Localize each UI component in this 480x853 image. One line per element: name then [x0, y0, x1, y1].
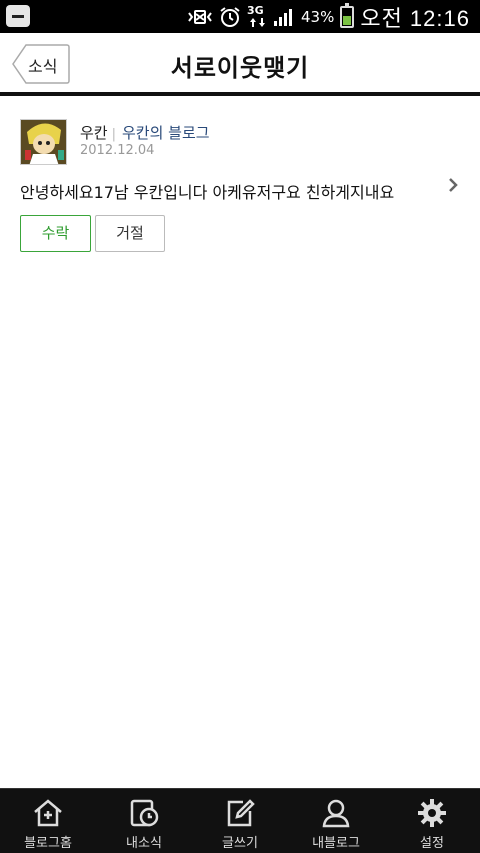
news-clock-icon: [130, 799, 159, 827]
avatar[interactable]: [20, 119, 67, 165]
bottom-nav: 블로그홈 내소식 글쓰기 내블로그 설정: [0, 788, 480, 853]
reject-button[interactable]: 거절: [95, 215, 165, 252]
nav-label: 설정: [420, 836, 444, 851]
nav-settings[interactable]: 설정: [384, 789, 480, 853]
nav-my-blog[interactable]: 내블로그: [288, 789, 384, 853]
profile-icon: [322, 799, 350, 828]
network-3g-icon: 3G: [247, 3, 267, 29]
user-name[interactable]: 우칸: [80, 124, 108, 142]
signal-icon: [273, 8, 295, 26]
nav-blog-home[interactable]: 블로그홈: [0, 789, 96, 853]
chevron-right-icon[interactable]: [446, 176, 460, 194]
battery-icon: [340, 2, 355, 28]
nav-my-news[interactable]: 내소식: [96, 789, 192, 853]
request-date: 2012.12.04: [80, 143, 155, 158]
battery-percent: 43%: [301, 7, 335, 26]
network-type: 3G: [247, 3, 264, 17]
alarm-icon: [219, 6, 241, 28]
gear-icon: [418, 799, 446, 827]
title-bar: 소식 서로이웃맺기: [0, 33, 480, 96]
nav-label: 내소식: [126, 836, 162, 851]
nav-label: 내블로그: [312, 836, 360, 851]
vibrate-icon: [187, 8, 213, 26]
status-bar: 3G 43% 오전 12:16: [0, 0, 480, 33]
clock: 오전 12:16: [360, 5, 470, 31]
accept-button[interactable]: 수락: [20, 215, 91, 252]
blog-name-link[interactable]: 우칸의 블로그: [122, 124, 210, 142]
nav-label: 블로그홈: [24, 836, 72, 851]
request-message[interactable]: 안녕하세요17남 우칸입니다 아케유저구요 친하게지내요: [20, 179, 394, 203]
menu-icon: [6, 5, 30, 27]
write-icon: [227, 799, 255, 827]
home-icon: [34, 799, 62, 827]
nav-write[interactable]: 글쓰기: [192, 789, 288, 853]
divider: |: [111, 127, 116, 142]
neighbor-request-item: 우칸 | 우칸의 블로그 2012.12.04 안녕하세요17남 우칸입니다 아케유…: [0, 100, 480, 270]
nav-label: 글쓰기: [222, 836, 258, 851]
user-line: 우칸 | 우칸의 블로그: [80, 122, 210, 143]
page-title: 서로이웃맺기: [170, 54, 310, 82]
